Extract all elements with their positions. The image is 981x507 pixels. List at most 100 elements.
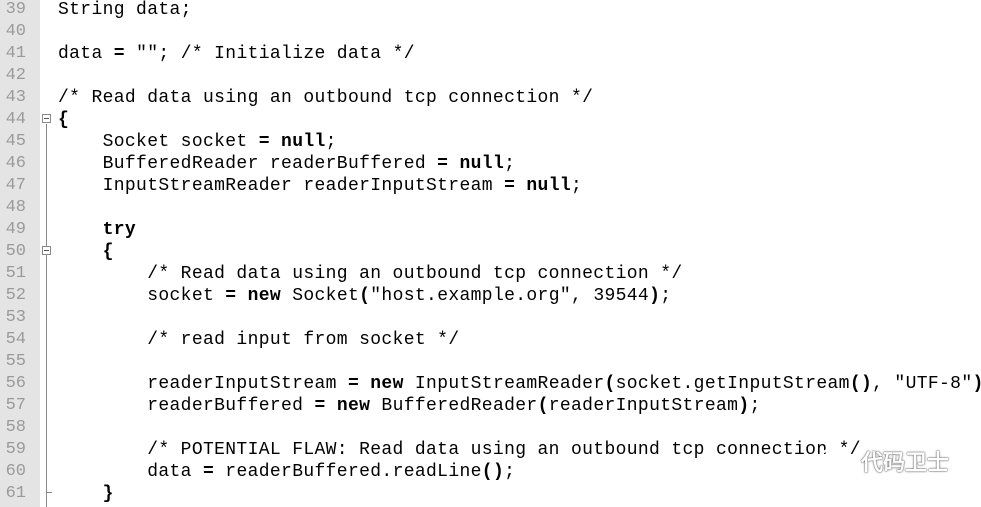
line-number: 60 [5,462,26,481]
code-token: try [102,220,137,240]
line-number: 51 [5,264,26,283]
code-line[interactable]: 46 BufferedReader readerBuffered = null; [0,153,981,175]
code-line[interactable]: 50 { [0,241,981,263]
code-text: /* Read data using an outbound tcp conne… [58,263,683,285]
code-token: { [102,242,114,262]
code-line[interactable]: 51 /* Read data using an outbound tcp co… [0,263,981,285]
code-line[interactable]: 40 [0,21,981,43]
code-text: BufferedReader readerBuffered = null; [58,153,515,175]
code-token: () [481,462,505,482]
code-token: = [225,286,237,306]
code-token: /* read input from socket */ [147,330,460,350]
fold-toggle-icon[interactable] [42,114,51,123]
fold-toggle-icon[interactable] [42,246,51,255]
code-token: = [504,176,516,196]
code-line[interactable]: 39 String data; [0,0,981,21]
watermark: 代码卫士 [819,445,949,477]
code-line[interactable]: 52 socket = new Socket("host.example.org… [0,285,981,307]
watermark-text: 代码卫士 [860,451,949,476]
code-token: } [102,484,114,504]
code-token: ) [738,396,750,416]
code-editor[interactable]: 39 String data; 40 41 data = ""; /* Initiali… [0,0,981,507]
code-token: readerBuffered.readLine [214,462,482,482]
code-token: ( [537,396,549,416]
code-token: ""; [124,44,181,64]
code-token: /* Read data using an outbound tcp conne… [58,88,594,108]
code-token: () [849,374,873,394]
code-line[interactable]: 41 data = ""; /* Initialize data */ [0,43,981,65]
code-line[interactable]: 42 [0,65,981,87]
code-token: InputStreamReader readerInputStream [58,176,505,196]
code-line[interactable]: 57 readerBuffered = new BufferedReader(r… [0,395,981,417]
code-token: = [113,44,125,64]
line-number: 44 [5,110,26,129]
code-token: = [437,154,449,174]
code-line[interactable]: 43 /* Read data using an outbound tcp con… [0,87,981,109]
code-text: InputStreamReader readerInputStream = nu… [58,175,582,197]
code-text: data = readerBuffered.readLine(); [58,461,515,483]
line-number: 43 [5,88,26,107]
line-number: 46 [5,154,26,173]
code-token: /* Read data using an outbound tcp conne… [147,264,683,284]
code-token: ; [571,176,583,196]
code-line[interactable]: 58 [0,417,981,439]
line-number: 40 [5,22,26,41]
code-token: readerBuffered [58,396,315,416]
code-line[interactable]: 54 /* read input from socket */ [0,329,981,351]
code-token: = [347,374,360,394]
code-token: , "UTF-8" [872,374,973,394]
code-text: /* read input from socket */ [58,329,459,351]
line-number: 41 [5,44,26,63]
code-text: readerInputStream = new InputStreamReade… [58,373,981,395]
code-line[interactable]: 53 [0,307,981,329]
code-token: Socket socket [58,132,259,152]
code-token: BufferedReader readerBuffered [58,154,438,174]
code-text: } [58,483,114,505]
code-token: null [281,132,326,152]
line-number: 53 [5,308,26,327]
line-number: 55 [5,352,26,371]
code-token: String data; [58,0,192,20]
code-token: InputStreamReader [403,374,605,394]
code-text: data = ""; /* Initialize data */ [58,43,415,65]
code-text: /* POTENTIAL FLAW: Read data using an ou… [58,439,861,461]
code-token: data [58,462,203,482]
code-token: ( [359,286,371,306]
line-number: 61 [5,484,26,503]
code-line[interactable]: 49 try [0,219,981,241]
code-token: = [314,396,326,416]
code-token: ; [660,286,672,306]
code-line[interactable]: 61 } [0,483,981,505]
line-number: 52 [5,286,26,305]
line-number: 47 [5,176,26,195]
code-text: readerBuffered = new BufferedReader(read… [58,395,761,417]
code-token: new [336,396,371,416]
line-number: 42 [5,66,26,85]
code-token: new [370,374,404,394]
code-text: try [58,219,136,241]
code-token: data [58,44,114,64]
code-token: new [247,286,282,306]
code-token: { [58,110,70,130]
code-line[interactable]: 56 readerInputStream = new InputStreamRe… [0,373,981,395]
code-token: null [526,176,571,196]
line-number: 57 [5,396,26,415]
code-line[interactable]: 45 Socket socket = null; [0,131,981,153]
code-line[interactable]: 55 [0,351,981,373]
code-token: ; [749,396,761,416]
code-line[interactable]: 44 { [0,109,981,131]
line-number: 45 [5,132,26,151]
code-token: "host.example.org", 39544 [370,286,650,306]
code-line[interactable]: 48 [0,197,981,219]
code-line[interactable]: 47 InputStreamReader readerInputStream =… [0,175,981,197]
